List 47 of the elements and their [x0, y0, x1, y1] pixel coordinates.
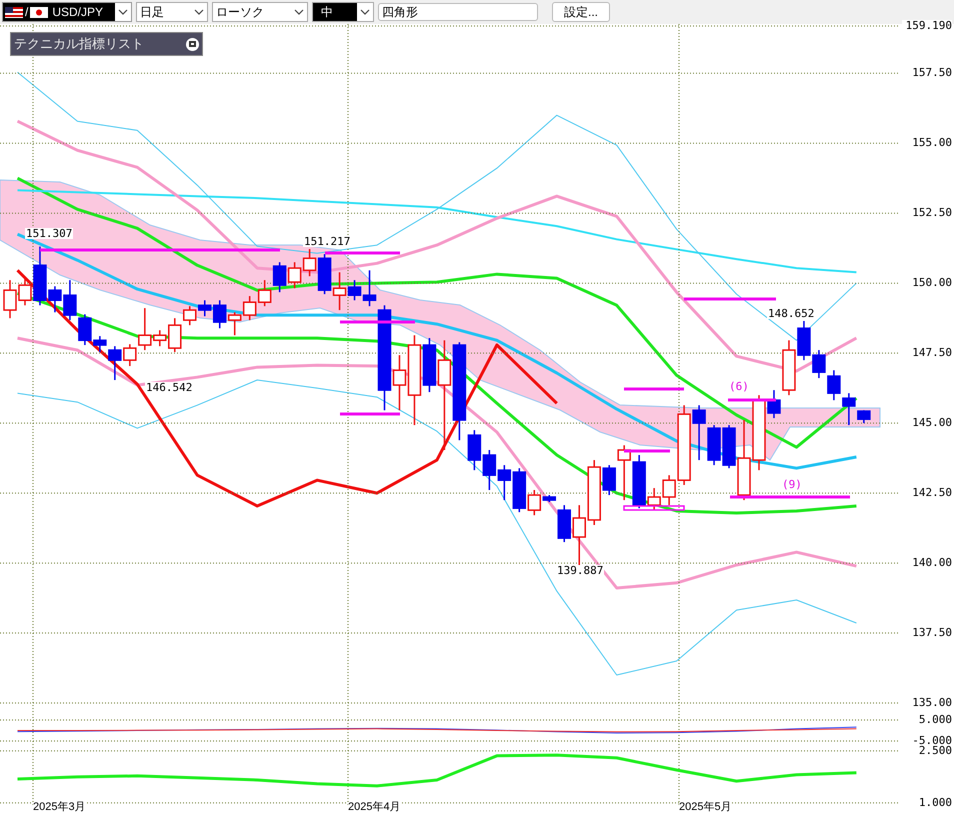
candlestick	[3, 280, 17, 318]
symbol-select[interactable]: / USD/JPY	[2, 2, 132, 22]
restore-icon[interactable]	[186, 38, 199, 50]
range-box	[623, 505, 685, 511]
indicator-list-title: テクニカル指標リスト	[14, 35, 144, 54]
candlestick	[827, 370, 841, 400]
indicator-list-panel[interactable]: テクニカル指標リスト	[10, 32, 203, 56]
date-axis-label: 2025年5月	[679, 802, 732, 813]
candlestick	[707, 425, 721, 466]
chevron-down-icon	[294, 9, 304, 15]
candlestick	[498, 465, 512, 500]
price-annotation: (6)	[728, 381, 750, 392]
level-line	[728, 398, 776, 402]
japan-flag-icon	[30, 6, 48, 18]
shape-field[interactable]: 四角形	[378, 3, 538, 21]
level-line	[624, 450, 670, 452]
candlestick	[812, 350, 826, 378]
candlestick	[272, 262, 286, 292]
candlestick	[482, 450, 496, 490]
price-axis-label: 159.190	[902, 20, 952, 31]
candlestick	[242, 296, 256, 320]
chevron-down-icon	[360, 9, 370, 15]
price-annotation: 151.307	[25, 228, 74, 239]
price-annotation: 146.542	[145, 382, 194, 393]
line-width-select[interactable]: 中	[312, 2, 374, 22]
price-annotation: 151.217	[303, 236, 352, 247]
settings-button[interactable]: 設定...	[552, 2, 610, 22]
flag-separator: /	[25, 4, 28, 21]
candlestick	[558, 505, 571, 542]
chart-type-select[interactable]: ローソク	[212, 2, 308, 22]
date-axis-label: 2025年4月	[348, 802, 401, 813]
period-select[interactable]: 日足	[136, 2, 208, 22]
chevron-down-icon	[118, 9, 128, 15]
candlestick	[228, 312, 242, 336]
price-annotation: (9)	[781, 479, 803, 490]
symbol-value: USD/JPY	[52, 4, 104, 21]
candlestick	[572, 505, 586, 566]
candlestick	[797, 320, 811, 360]
level-line	[624, 388, 684, 390]
candlestick	[258, 280, 272, 306]
us-flag-icon	[5, 6, 23, 18]
level-line	[340, 412, 400, 416]
price-annotation: 148.652	[767, 308, 816, 319]
candlestick	[288, 262, 302, 288]
chevron-down-icon	[194, 9, 204, 15]
date-axis-label: 2025年3月	[33, 802, 86, 813]
price-annotation: 139.887	[556, 565, 604, 576]
